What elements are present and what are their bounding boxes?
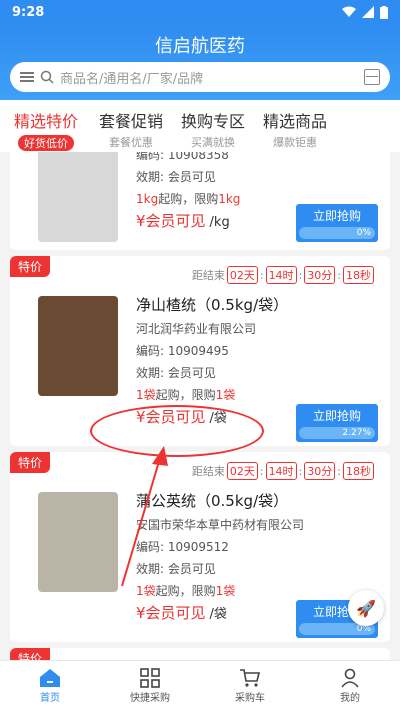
- home-icon: [40, 669, 60, 687]
- nav-item-quick-purchase[interactable]: 快捷采购: [100, 661, 200, 712]
- bottom-nav: 首页 快捷采购 采购车 我的: [0, 660, 400, 712]
- nav-item-profile[interactable]: 我的: [300, 661, 400, 712]
- qr-grid-icon: [140, 668, 160, 688]
- user-icon: [341, 668, 359, 688]
- cart-icon: [240, 669, 261, 687]
- rocket-icon[interactable]: 🚀: [348, 590, 384, 626]
- nav-item-cart[interactable]: 采购车: [200, 661, 300, 712]
- nav-item-home[interactable]: 首页: [0, 661, 100, 712]
- annotation-arrow: [121, 446, 168, 587]
